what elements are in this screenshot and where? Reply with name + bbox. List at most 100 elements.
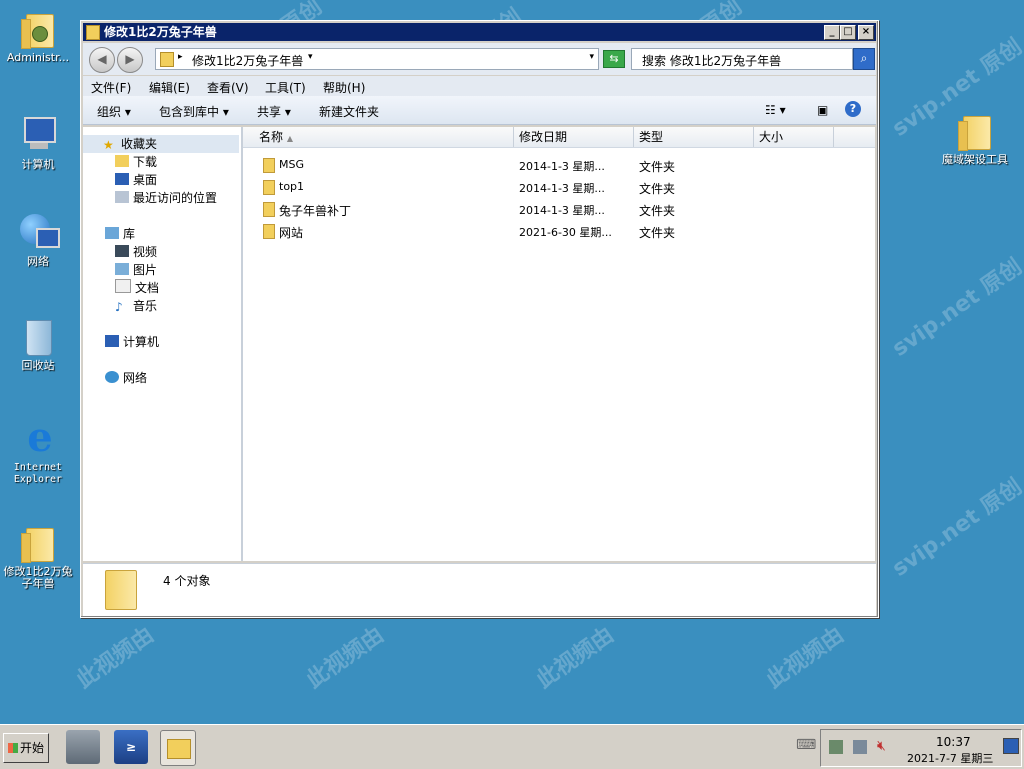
desktop-icon: [115, 173, 129, 185]
network-icon: [105, 371, 119, 383]
folder-icon: [263, 202, 275, 217]
nav-favorites[interactable]: ★ 收藏夹: [83, 135, 239, 153]
address-bar[interactable]: ▸ 修改1比2万兔子年兽 ▾ ▾: [155, 48, 599, 70]
column-size[interactable]: 大小: [753, 127, 834, 147]
desktop-icon-label: Internet Explorer: [13, 462, 63, 485]
powershell-icon[interactable]: ≥: [114, 730, 148, 764]
folder-icon: [18, 522, 58, 563]
file-date: 2014-1-3 星期...: [519, 182, 605, 195]
clock-date[interactable]: 2021-7-7 星期三: [907, 750, 993, 766]
table-row[interactable]: top1 2014-1-3 星期... 文件夹: [243, 177, 875, 197]
nav-item-desktop[interactable]: 桌面: [115, 171, 157, 189]
navigation-pane: ★ 收藏夹 下载 桌面 最近访问的位置 库 视频 图片 文档 ♪ 音乐 计算机: [83, 127, 243, 561]
desktop-icon-administrator[interactable]: Administr...: [0, 8, 76, 64]
desktop-icon-label: 回收站: [21, 359, 55, 372]
desktop-icon-recycle-bin[interactable]: 回收站: [0, 316, 76, 372]
document-icon: [115, 279, 131, 293]
close-button[interactable]: ×: [858, 25, 874, 40]
chevron-down-icon[interactable]: ▾: [308, 52, 313, 62]
desktop-icon-internet-explorer[interactable]: e Internet Explorer: [0, 418, 76, 486]
folder-icon: [955, 110, 995, 151]
address-dropdown-icon[interactable]: ▾: [589, 52, 594, 62]
column-name[interactable]: 名称 ▲: [253, 127, 514, 147]
minimize-button[interactable]: _: [824, 25, 840, 40]
nav-item-videos[interactable]: 视频: [115, 243, 157, 261]
network-globe-icon: [18, 212, 60, 252]
title-bar[interactable]: 修改1比2万兔子年兽 _ □ ×: [83, 23, 876, 41]
column-type[interactable]: 类型: [633, 127, 754, 147]
table-row[interactable]: 网站 2021-6-30 星期... 文件夹: [243, 221, 875, 241]
star-icon: ★: [103, 138, 114, 152]
forward-button[interactable]: ▶: [117, 47, 143, 73]
table-row[interactable]: 兔子年兽补丁 2014-1-3 星期... 文件夹: [243, 199, 875, 219]
table-row[interactable]: MSG 2014-1-3 星期... 文件夹: [243, 155, 875, 175]
column-name-label: 名称: [259, 130, 284, 144]
clock-time[interactable]: 10:37: [936, 735, 971, 749]
help-icon[interactable]: ?: [845, 101, 861, 117]
system-tray: 🔇︎ 10:37 2021-7-7 星期三: [820, 729, 1022, 767]
explorer-taskbar-icon[interactable]: [160, 730, 196, 766]
menu-tools[interactable]: 工具(T): [265, 79, 306, 96]
column-date[interactable]: 修改日期: [513, 127, 634, 147]
sort-up-icon: ▲: [286, 134, 293, 143]
computer-icon: [105, 335, 119, 347]
nav-item-label: 最近访问的位置: [133, 191, 218, 205]
music-note-icon: ♪: [115, 300, 123, 314]
menu-file[interactable]: 文件(F): [91, 79, 131, 96]
organize-button[interactable]: 组织 ▾: [97, 103, 131, 120]
search-icon[interactable]: ⌕: [853, 48, 875, 70]
folder-icon: [160, 52, 174, 67]
include-in-library-button[interactable]: 包含到库中 ▾: [159, 103, 229, 120]
folder-icon: [263, 180, 275, 195]
new-folder-button[interactable]: 新建文件夹: [319, 103, 379, 120]
server-manager-icon[interactable]: [66, 730, 100, 764]
share-button[interactable]: 共享 ▾: [257, 103, 291, 120]
nav-item-pictures[interactable]: 图片: [115, 261, 157, 279]
explorer-window: 修改1比2万兔子年兽 _ □ × ◀ ▶ ▸ 修改1比2万兔子年兽 ▾ ▾ ⇆ …: [80, 20, 879, 618]
nav-libraries-label: 库: [123, 227, 136, 241]
file-name: 网站: [279, 226, 304, 240]
menu-view[interactable]: 查看(V): [207, 79, 249, 96]
network-status-icon[interactable]: [829, 740, 843, 754]
item-count: 4 个对象: [163, 574, 211, 588]
nav-libraries[interactable]: 库: [105, 225, 135, 243]
file-list: 名称 ▲ 修改日期 类型 大小 MSG 2014-1-3 星期... 文件夹 t…: [243, 127, 875, 561]
desktop-icon-network[interactable]: 网络: [0, 212, 76, 268]
nav-item-music[interactable]: ♪ 音乐: [115, 297, 157, 315]
preview-pane-icon[interactable]: ▣: [817, 103, 828, 117]
desktop-icon-tool-folder[interactable]: 魔域架设工具: [934, 110, 1016, 166]
nav-network[interactable]: 网络: [105, 369, 147, 387]
chevron-right-icon[interactable]: ▸: [178, 52, 183, 62]
search-input[interactable]: 搜索 修改1比2万兔子年兽: [631, 48, 853, 70]
refresh-button[interactable]: ⇆: [603, 50, 625, 68]
file-type: 文件夹: [639, 226, 676, 240]
nav-item-recent[interactable]: 最近访问的位置: [115, 189, 217, 207]
window-title: 修改1比2万兔子年兽: [104, 25, 217, 39]
start-button[interactable]: 开始: [3, 733, 49, 763]
file-type: 文件夹: [639, 182, 676, 196]
nav-computer[interactable]: 计算机: [105, 333, 159, 351]
file-date: 2021-6-30 星期...: [519, 226, 612, 239]
desktop-icon-label: 计算机: [21, 158, 55, 171]
nav-item-documents[interactable]: 文档: [115, 279, 159, 297]
nav-item-label: 图片: [133, 263, 158, 277]
file-date: 2014-1-3 星期...: [519, 204, 605, 217]
menu-edit[interactable]: 编辑(E): [149, 79, 190, 96]
desktop-icon-folder[interactable]: 修改1比2万兔子年兽: [0, 522, 76, 590]
address-path[interactable]: 修改1比2万兔子年兽: [192, 52, 303, 69]
show-desktop-icon[interactable]: [1003, 738, 1019, 754]
nav-item-downloads[interactable]: 下载: [115, 153, 157, 171]
watermark: svip.net 原创: [887, 254, 1024, 362]
file-date: 2014-1-3 星期...: [519, 160, 605, 173]
library-icon: [105, 227, 119, 239]
back-button[interactable]: ◀: [89, 47, 115, 73]
view-options-icon[interactable]: ☷ ▾: [765, 103, 786, 117]
desktop-icon-computer[interactable]: 计算机: [0, 115, 76, 171]
volume-muted-icon[interactable]: 🔇︎: [877, 738, 886, 754]
menu-help[interactable]: 帮助(H): [323, 79, 365, 96]
folder-icon: [86, 25, 100, 40]
keyboard-icon[interactable]: ⌨: [796, 737, 816, 753]
desktop-icon-label: 修改1比2万兔子年兽: [3, 565, 73, 590]
security-icon[interactable]: [853, 740, 867, 754]
maximize-button[interactable]: □: [840, 25, 856, 40]
